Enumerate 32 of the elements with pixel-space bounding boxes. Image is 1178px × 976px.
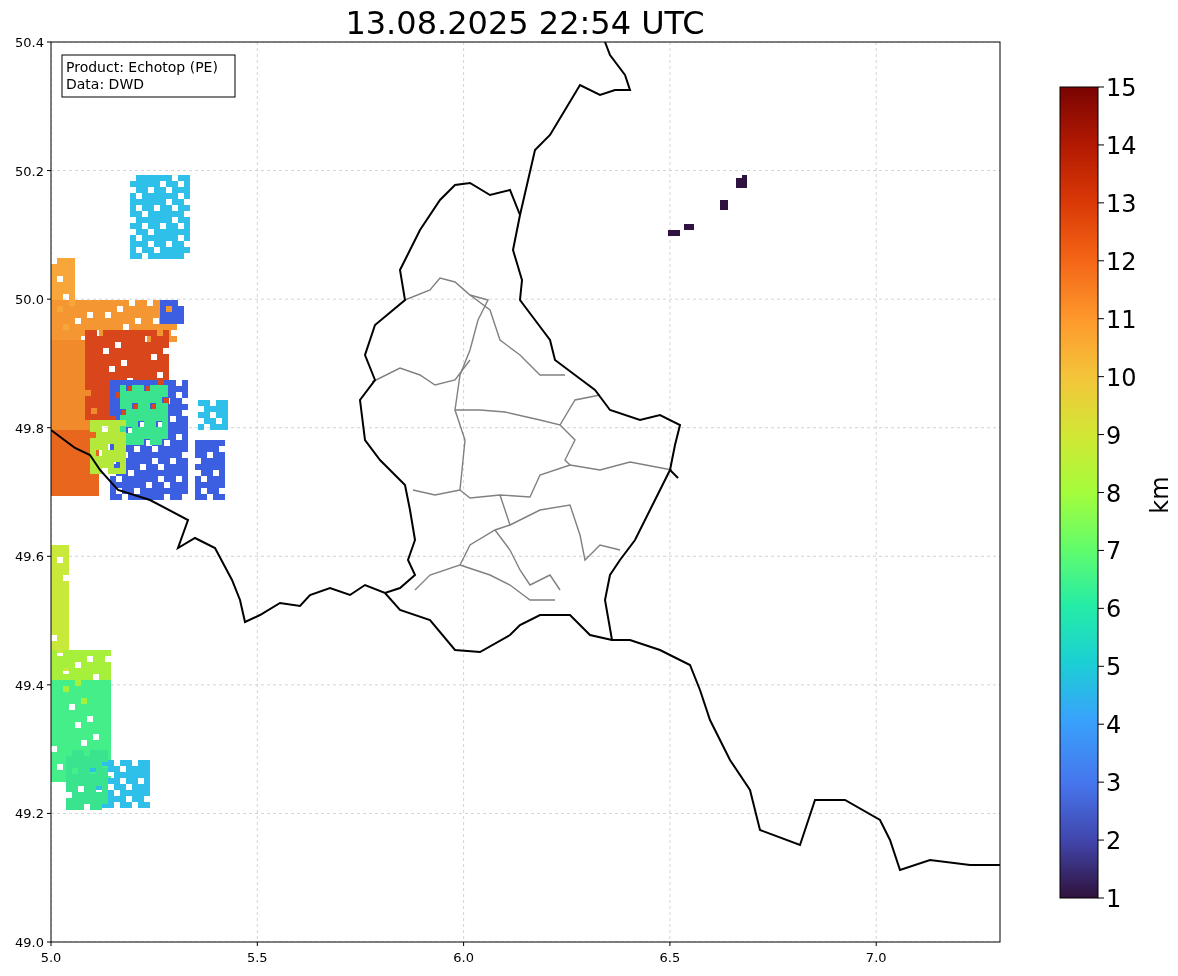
colorbar-tick-label: 6 [1106,595,1122,624]
colorbar-tick-label: 3 [1106,769,1122,798]
y-tick-label: 50.0 [15,292,44,308]
y-tick-label: 49.2 [15,806,44,822]
colorbar-tick-label: 12 [1106,247,1137,276]
chart-title: 13.08.2025 22:54 UTC [344,3,706,42]
x-tick-label: 5.5 [246,950,268,965]
colorbar-tick-label: 2 [1106,827,1122,856]
colorbar-tick-label: 5 [1106,653,1122,682]
colorbar-tick-label: 1 [1106,885,1122,913]
colorbar-label: km [1146,476,1174,514]
colorbar-tick-label: 9 [1106,421,1122,450]
x-tick-label: 7.0 [865,950,887,965]
colorbar-tick-label: 14 [1106,131,1137,160]
colorbar-tick-label: 10 [1106,363,1137,392]
colorbar-tick-label: 13 [1106,189,1137,218]
x-tick-label: 6.0 [453,950,474,965]
colorbar-tick-label: 11 [1106,305,1137,334]
y-tick-label: 49.8 [15,420,44,436]
info-text: Data: DWD [66,76,144,92]
colorbar-tick-label: 4 [1106,711,1122,740]
x-tick-label: 6.5 [659,950,681,965]
x-tick-label: 5.0 [40,950,62,965]
y-tick-label: 49.6 [15,549,44,565]
info-text: Product: Echotop (PE) [66,59,218,75]
y-tick-label: 50.4 [15,35,44,50]
y-tick-label: 49.4 [15,677,44,693]
colorbar-tick-label: 8 [1106,479,1122,508]
y-tick-label: 49.0 [15,935,44,950]
y-tick-label: 50.2 [15,163,44,179]
colorbar-tick-label: 15 [1106,74,1137,102]
colorbar-tick-label: 7 [1106,537,1122,566]
